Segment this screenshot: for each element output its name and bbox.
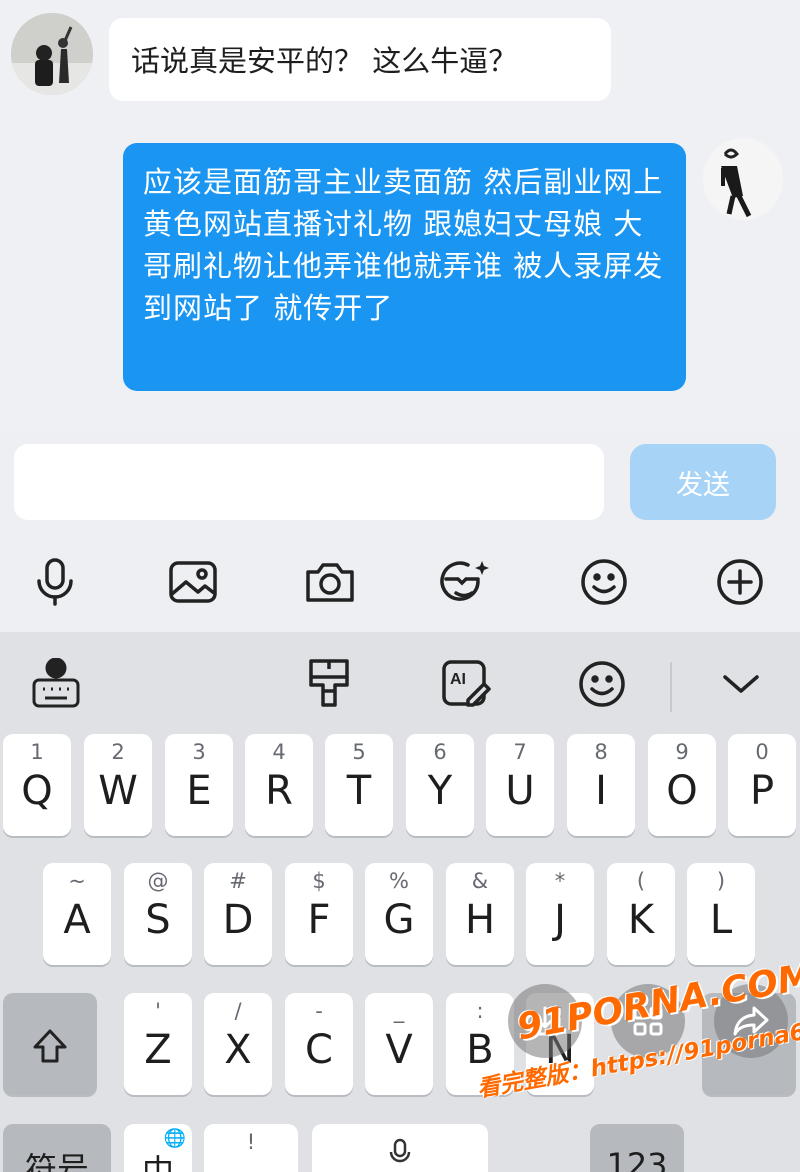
key-z[interactable]: ' Z (124, 993, 192, 1095)
key-p[interactable]: 0P (728, 734, 796, 836)
message-input[interactable] (14, 444, 604, 520)
key-o[interactable]: 9O (648, 734, 716, 836)
key-j[interactable]: * J (526, 863, 594, 965)
camera-icon[interactable] (302, 554, 358, 610)
key-s[interactable]: @ S (124, 863, 192, 965)
microphone-icon[interactable] (27, 554, 83, 610)
punctuation-key[interactable]: ! (204, 1124, 298, 1172)
symbols-key[interactable]: 符号 (3, 1124, 111, 1172)
key-d[interactable]: # D (204, 863, 272, 965)
chevron-down-icon[interactable] (713, 656, 769, 712)
key-k[interactable]: (K (607, 863, 675, 965)
toolbar-divider (670, 662, 672, 712)
keyboard-toolbar: AI (0, 632, 800, 732)
emoji-icon[interactable] (574, 656, 630, 712)
space-key[interactable] (312, 1124, 488, 1172)
key-x[interactable]: / X (204, 993, 272, 1095)
sticker-icon[interactable] (437, 554, 493, 610)
chat-area: 话说真是安平的？ 这么牛逼？ 应该是面筋哥主业卖面筋 然后副业网上黄色网站直播讨… (0, 0, 800, 430)
key-y[interactable]: 6Y (406, 734, 474, 836)
key-r[interactable]: 4R (245, 734, 313, 836)
key-i[interactable]: 8I (567, 734, 635, 836)
image-icon[interactable] (165, 554, 221, 610)
key-w[interactable]: 2W (84, 734, 152, 836)
incoming-message-text: 话说真是安平的？ 这么牛逼？ (131, 44, 518, 78)
composer-bar: 发送 (0, 430, 800, 540)
key-g[interactable]: % G (365, 863, 433, 965)
soft-keyboard: AI 1Q 2W 3E 4R 5T 6Y 7U 8I 9O 0P ~ A @ S #… (0, 632, 800, 1172)
contact-avatar[interactable] (11, 13, 93, 95)
key-v[interactable]: _ V (365, 993, 433, 1095)
outgoing-message-text: 应该是面筋哥主业卖面筋 然后副业网上黄色网站直播讨礼物 跟媳妇丈母娘 大哥刷礼物… (143, 165, 664, 325)
svg-text:AI: AI (450, 671, 466, 688)
key-a[interactable]: ~ A (43, 863, 111, 965)
shift-key[interactable] (3, 993, 97, 1095)
ai-write-icon[interactable]: AI (438, 656, 494, 712)
key-l[interactable]: ) L (687, 863, 755, 965)
key-q[interactable]: 1Q (3, 734, 71, 836)
my-avatar[interactable] (703, 138, 783, 220)
language-key[interactable]: 🌐 中 (124, 1124, 192, 1172)
keyboard-globe-icon[interactable] (28, 656, 84, 712)
numbers-key[interactable]: 123 (590, 1124, 684, 1172)
send-button[interactable]: 发送 (630, 444, 776, 520)
emoji-icon[interactable] (576, 554, 632, 610)
key-e[interactable]: 3E (165, 734, 233, 836)
key-h[interactable]: & H (446, 863, 514, 965)
incoming-message-bubble[interactable]: 话说真是安平的？ 这么牛逼？ (109, 18, 611, 101)
outgoing-message-bubble[interactable]: 应该是面筋哥主业卖面筋 然后副业网上黄色网站直播讨礼物 跟媳妇丈母娘 大哥刷礼物… (123, 143, 686, 391)
brush-icon[interactable] (301, 656, 357, 712)
chat-tools-bar (0, 540, 800, 632)
microphone-icon (389, 1138, 411, 1163)
key-f[interactable]: $ F (285, 863, 353, 965)
plus-icon[interactable] (712, 554, 768, 610)
key-c[interactable]: -C (285, 993, 353, 1095)
key-t[interactable]: 5T (325, 734, 393, 836)
key-u[interactable]: 7U (486, 734, 554, 836)
